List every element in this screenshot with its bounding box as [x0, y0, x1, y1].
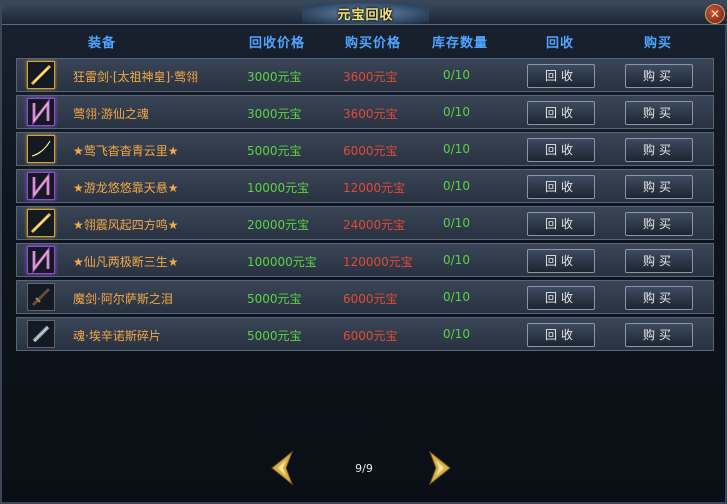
header-recycle: 回收 — [545, 36, 574, 51]
header-stock: 库存数量 — [431, 36, 488, 51]
item-name: 魔剑·阿尔萨斯之泪 — [73, 292, 173, 306]
buy-button[interactable]: 购买 — [625, 286, 693, 310]
gold-sword-icon[interactable] — [27, 209, 55, 237]
page-indicator: 9/9 — [355, 462, 373, 475]
recycle-button[interactable]: 回收 — [527, 212, 595, 236]
buy-button[interactable]: 购买 — [625, 101, 693, 125]
dark-sword-icon[interactable] — [27, 283, 55, 311]
buy-button[interactable]: 购买 — [625, 212, 693, 236]
table-row: 莺翎·游仙之魂 3000元宝 3600元宝 0/10 回收 购买 — [16, 95, 714, 129]
recycle-price: 3000元宝 — [247, 107, 302, 121]
item-name: ★莺飞杳杳青云里★ — [73, 144, 179, 158]
buy-price: 12000元宝 — [343, 181, 406, 195]
window-title: 元宝回收 — [337, 8, 394, 23]
stock-count: 0/10 — [443, 216, 470, 230]
prev-page-arrow-icon[interactable] — [266, 450, 296, 486]
recycle-price: 3000元宝 — [247, 70, 302, 84]
buy-price: 6000元宝 — [343, 144, 398, 158]
recycle-price: 5000元宝 — [247, 292, 302, 306]
recycle-button[interactable]: 回收 — [527, 101, 595, 125]
header-buy-price: 购买价格 — [344, 36, 401, 51]
buy-price: 3600元宝 — [343, 70, 398, 84]
item-name: ★仙凡两极断三生★ — [73, 255, 179, 269]
item-name: 狂雷剑·[太祖神皇]·莺翎 — [73, 70, 198, 84]
item-name: ★翎震风起四方鸣★ — [73, 218, 179, 232]
recycle-button[interactable]: 回收 — [527, 64, 595, 88]
item-list: 狂雷剑·[太祖神皇]·莺翎 3000元宝 3600元宝 0/10 回收 购买 莺翎·游仙之魂… — [16, 58, 714, 360]
table-row: ★莺飞杳杳青云里★ 5000元宝 6000元宝 0/10 回收 购买 — [16, 132, 714, 166]
table-row: ★仙凡两极断三生★ 100000元宝 120000元宝 0/10 回收 购买 — [16, 243, 714, 277]
buy-price: 24000元宝 — [343, 218, 406, 232]
recycle-button[interactable]: 回收 — [527, 323, 595, 347]
buy-button[interactable]: 购买 — [625, 138, 693, 162]
item-name: 魂·埃辛诺斯碎片 — [73, 329, 161, 343]
table-row: ★翎震风起四方鸣★ 20000元宝 24000元宝 0/10 回收 购买 — [16, 206, 714, 240]
buy-button[interactable]: 购买 — [625, 64, 693, 88]
title-bar: 元宝回收 ✕ — [2, 2, 727, 25]
buy-price: 6000元宝 — [343, 329, 398, 343]
buy-button[interactable]: 购买 — [625, 323, 693, 347]
table-header: 装备 回收价格 购买价格 库存数量 回收 购买 — [2, 30, 727, 51]
stock-count: 0/10 — [443, 327, 470, 341]
recycle-price: 10000元宝 — [247, 181, 310, 195]
shard-icon[interactable] — [27, 320, 55, 348]
stock-count: 0/10 — [443, 253, 470, 267]
purple-bow-icon[interactable] — [27, 246, 55, 274]
table-row: ★游龙悠悠靠天悬★ 10000元宝 12000元宝 0/10 回收 购买 — [16, 169, 714, 203]
gold-sword-icon[interactable] — [27, 61, 55, 89]
buy-price: 3600元宝 — [343, 107, 398, 121]
recycle-button[interactable]: 回收 — [527, 286, 595, 310]
header-equipment: 装备 — [87, 36, 116, 51]
buy-price: 120000元宝 — [343, 255, 413, 269]
header-buy: 购买 — [643, 36, 672, 51]
purple-bow-icon[interactable] — [27, 98, 55, 126]
pager: 9/9 — [2, 450, 727, 490]
recycle-price: 20000元宝 — [247, 218, 310, 232]
recycle-button[interactable]: 回收 — [527, 249, 595, 273]
table-row: 狂雷剑·[太祖神皇]·莺翎 3000元宝 3600元宝 0/10 回收 购买 — [16, 58, 714, 92]
recycle-button[interactable]: 回收 — [527, 175, 595, 199]
recycle-price: 5000元宝 — [247, 144, 302, 158]
recycle-button[interactable]: 回收 — [527, 138, 595, 162]
close-button[interactable]: ✕ — [705, 4, 725, 24]
header-recycle-price: 回收价格 — [248, 36, 305, 51]
buy-button[interactable]: 购买 — [625, 249, 693, 273]
stock-count: 0/10 — [443, 68, 470, 82]
recycle-price: 100000元宝 — [247, 255, 317, 269]
recycle-window: 元宝回收 ✕ 装备 回收价格 购买价格 库存数量 回收 购买 狂雷剑·[太祖神皇… — [0, 0, 727, 504]
table-row: 魔剑·阿尔萨斯之泪 5000元宝 6000元宝 0/10 回收 购买 — [16, 280, 714, 314]
recycle-price: 5000元宝 — [247, 329, 302, 343]
stock-count: 0/10 — [443, 179, 470, 193]
stock-count: 0/10 — [443, 105, 470, 119]
buy-price: 6000元宝 — [343, 292, 398, 306]
buy-button[interactable]: 购买 — [625, 175, 693, 199]
stock-count: 0/10 — [443, 142, 470, 156]
purple-bow-icon[interactable] — [27, 172, 55, 200]
next-page-arrow-icon[interactable] — [426, 450, 456, 486]
stock-count: 0/10 — [443, 290, 470, 304]
item-name: 莺翎·游仙之魂 — [73, 107, 149, 121]
table-row: 魂·埃辛诺斯碎片 5000元宝 6000元宝 0/10 回收 购买 — [16, 317, 714, 351]
gold-blade-icon[interactable] — [27, 135, 55, 163]
item-name: ★游龙悠悠靠天悬★ — [73, 181, 179, 195]
